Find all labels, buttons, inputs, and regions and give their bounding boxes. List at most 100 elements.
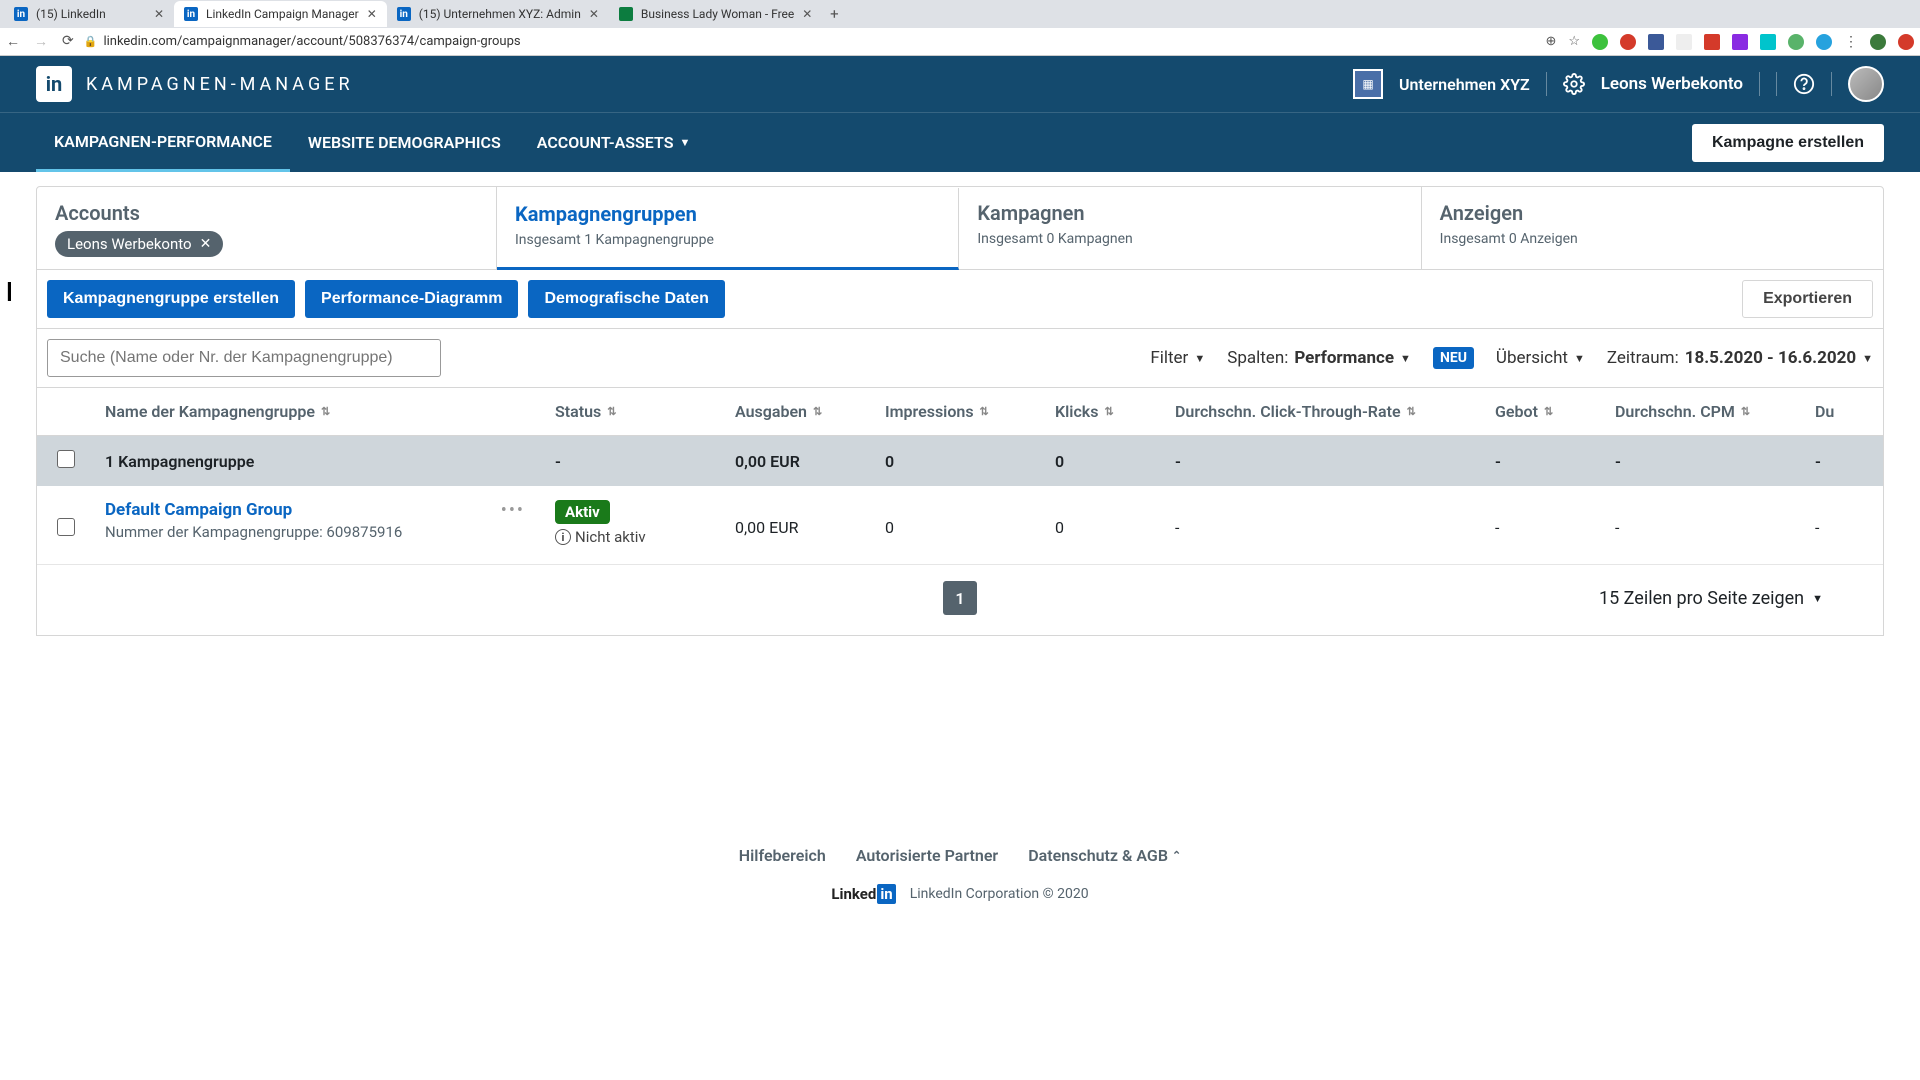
date-range-picker[interactable]: Zeitraum: 18.5.2020 - 16.6.2020 ▼ (1607, 348, 1873, 368)
linkedin-logo-icon[interactable]: in (36, 66, 72, 102)
campaign-group-link[interactable]: Default Campaign Group (105, 500, 501, 520)
demo-data-button[interactable]: Demografische Daten (528, 280, 725, 318)
footer-copyright: LinkedIn Corporation © 2020 (910, 886, 1089, 902)
col-cpm[interactable]: Durchschn. CPM⇅ (1605, 402, 1805, 421)
filter-dropdown[interactable]: Filter ▼ (1150, 348, 1205, 368)
search-input[interactable] (47, 339, 441, 377)
row-more-icon[interactable]: ••• (501, 500, 525, 543)
col-ctr[interactable]: Durchschn. Click-Through-Rate⇅ (1165, 402, 1485, 421)
footer-partners-link[interactable]: Autorisierte Partner (856, 846, 998, 865)
nav-performance[interactable]: KAMPAGNEN-PERFORMANCE (36, 114, 290, 172)
row-checkbox[interactable] (57, 518, 75, 536)
row-overflow: - (1805, 500, 1855, 537)
summary-status: - (545, 452, 725, 471)
action-row: Kampagnengruppe erstellen Performance-Di… (37, 269, 1883, 328)
company-logo-icon[interactable]: ▦ (1353, 69, 1383, 99)
star-icon[interactable]: ☆ (1568, 34, 1580, 49)
tab-title: LinkedIn Campaign Manager (206, 7, 359, 21)
sort-icon: ⇅ (813, 405, 822, 418)
favicon-icon (619, 7, 633, 21)
sort-icon: ⇅ (980, 405, 989, 418)
new-tab-button[interactable]: + (822, 5, 846, 23)
tab-ads-sub: Insgesamt 0 Anzeigen (1440, 231, 1865, 247)
export-button[interactable]: Exportieren (1742, 280, 1873, 318)
chevron-down-icon: ▼ (679, 136, 690, 149)
ext-icon[interactable] (1648, 34, 1664, 50)
profile-icon[interactable] (1870, 34, 1886, 50)
perf-chart-button[interactable]: Performance-Diagramm (305, 280, 518, 318)
tab-campaigns[interactable]: Kampagnen Insgesamt 0 Kampagnen (959, 187, 1421, 269)
overview-dropdown[interactable]: Übersicht ▼ (1496, 348, 1585, 368)
chip-close-icon[interactable]: ✕ (200, 236, 212, 252)
browser-tab-0[interactable]: in (15) LinkedIn ✕ (4, 1, 174, 27)
summary-clicks: 0 (1045, 452, 1165, 471)
ext-icon[interactable] (1620, 34, 1636, 50)
select-all-checkbox[interactable] (57, 450, 75, 468)
rows-per-page-dropdown[interactable]: 15 Zeilen pro Seite zeigen ▼ (1599, 588, 1823, 609)
gear-icon[interactable] (1563, 73, 1585, 95)
col-impressions[interactable]: Impressions⇅ (875, 402, 1045, 421)
account-name[interactable]: Leons Werbekonto (1601, 74, 1743, 94)
zoom-icon[interactable]: ⊕ (1545, 34, 1556, 49)
ext-icon[interactable] (1816, 34, 1832, 50)
ext-icon[interactable] (1592, 34, 1608, 50)
divider (1776, 72, 1777, 96)
help-icon[interactable] (1793, 73, 1815, 95)
account-filter-chip[interactable]: Leons Werbekonto ✕ (55, 231, 223, 257)
tab-campaign-groups[interactable]: Kampagnengruppen Insgesamt 1 Kampagnengr… (497, 188, 959, 270)
nav-assets[interactable]: ACCOUNT-ASSETS ▼ (519, 115, 709, 170)
tab-accounts[interactable]: Accounts Leons Werbekonto ✕ (37, 187, 497, 269)
ext-icon[interactable]: ⋮ (1844, 34, 1858, 50)
ext-icon[interactable] (1704, 34, 1720, 50)
reload-icon[interactable]: ⟳ (62, 33, 74, 50)
tab-close-icon[interactable]: ✕ (802, 7, 812, 21)
create-campaign-button[interactable]: Kampagne erstellen (1692, 124, 1884, 162)
ext-icon[interactable] (1788, 34, 1804, 50)
lock-icon: 🔒 (84, 35, 98, 48)
sort-icon: ⇅ (1544, 405, 1553, 418)
tab-close-icon[interactable]: ✕ (367, 7, 377, 21)
company-name[interactable]: Unternehmen XYZ (1399, 75, 1530, 94)
col-bid[interactable]: Gebot⇅ (1485, 402, 1605, 421)
forward-icon[interactable]: → (34, 33, 48, 50)
ext-icon[interactable] (1676, 34, 1692, 50)
main-content: Accounts Leons Werbekonto ✕ Kampagnengru… (0, 172, 1920, 917)
tab-close-icon[interactable]: ✕ (154, 7, 164, 21)
browser-tab-3[interactable]: Business Lady Woman - Free ✕ (609, 1, 822, 27)
notification-icon[interactable] (1898, 34, 1914, 50)
favicon-linkedin-icon: in (397, 7, 411, 21)
divider (1546, 72, 1547, 96)
back-icon[interactable]: ← (6, 33, 20, 50)
col-name[interactable]: Name der Kampagnengruppe⇅ (95, 402, 545, 421)
footer: Hilfebereich Autorisierte Partner Datens… (36, 846, 1884, 903)
row-clicks: 0 (1045, 500, 1165, 537)
col-spend[interactable]: Ausgaben⇅ (725, 402, 875, 421)
page-button-1[interactable]: 1 (943, 581, 977, 615)
sort-icon: ⇅ (607, 405, 616, 418)
tab-groups-title: Kampagnengruppen (515, 202, 940, 226)
chevron-down-icon: ▼ (1400, 352, 1411, 365)
ext-icon[interactable] (1760, 34, 1776, 50)
columns-dropdown[interactable]: Spalten: Performance ▼ (1227, 348, 1411, 368)
ext-icon[interactable] (1732, 34, 1748, 50)
browser-tab-1[interactable]: in LinkedIn Campaign Manager ✕ (174, 1, 387, 27)
tab-ads[interactable]: Anzeigen Insgesamt 0 Anzeigen (1422, 187, 1883, 269)
create-group-button[interactable]: Kampagnengruppe erstellen (47, 280, 295, 318)
col-status[interactable]: Status⇅ (545, 402, 725, 421)
app-header: in KAMPAGNEN-MANAGER ▦ Unternehmen XYZ L… (0, 56, 1920, 112)
text-cursor-icon: ▎ (8, 282, 20, 301)
col-clicks[interactable]: Klicks⇅ (1045, 402, 1165, 421)
tab-close-icon[interactable]: ✕ (589, 7, 599, 21)
tab-groups-sub: Insgesamt 1 Kampagnengruppe (515, 232, 940, 248)
tab-title: (15) Unternehmen XYZ: Admin (419, 7, 581, 21)
footer-privacy-link[interactable]: Datenschutz & AGB ⌃ (1028, 846, 1181, 865)
footer-help-link[interactable]: Hilfebereich (739, 846, 826, 865)
nav-demographics[interactable]: WEBSITE DEMOGRAPHICS (290, 115, 519, 170)
user-avatar[interactable] (1848, 66, 1884, 102)
tab-campaigns-sub: Insgesamt 0 Kampagnen (977, 231, 1402, 247)
summary-cpm: - (1605, 452, 1805, 471)
address-bar[interactable]: 🔒 linkedin.com/campaignmanager/account/5… (84, 34, 1536, 49)
info-icon[interactable]: i (555, 529, 571, 545)
row-ctr: - (1165, 500, 1485, 537)
browser-tab-2[interactable]: in (15) Unternehmen XYZ: Admin ✕ (387, 1, 609, 27)
